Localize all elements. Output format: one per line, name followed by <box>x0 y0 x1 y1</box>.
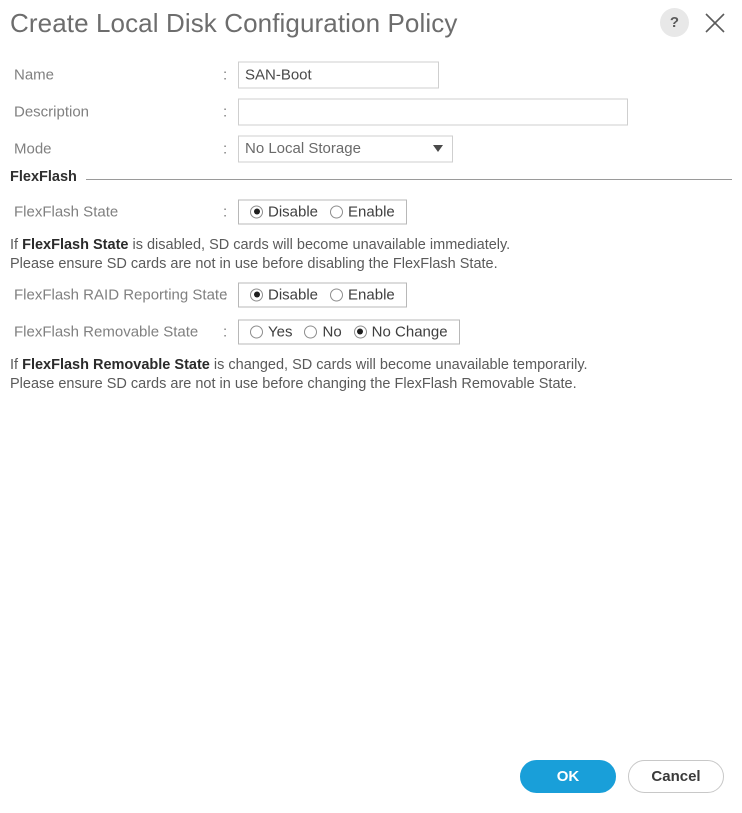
radio-icon <box>250 288 263 301</box>
row-mode: Mode : No Local Storage <box>0 130 742 167</box>
page-title: Create Local Disk Configuration Policy <box>10 8 458 38</box>
flexflash-raid-reporting-state-colon: : <box>223 286 228 303</box>
chevron-down-icon <box>433 145 443 152</box>
flexflash-removable-state-note-line1: If FlexFlash Removable State is changed,… <box>10 356 742 375</box>
flexflash-removable-state-note-line2: Please ensure SD cards are not in use be… <box>10 376 577 392</box>
flexflash-state-field-wrap: Disable Enable <box>238 199 407 224</box>
radio-icon <box>250 205 263 218</box>
row-flexflash-state: FlexFlash State : Disable Enable <box>0 193 742 230</box>
note-text: If <box>10 357 23 373</box>
cancel-button[interactable]: Cancel <box>628 760 724 793</box>
header-actions: ? <box>660 8 728 37</box>
flexflash-state-label: FlexFlash State <box>14 203 119 220</box>
radio-option-label: Yes <box>268 323 293 340</box>
note-bold-text: FlexFlash Removable State <box>22 357 210 373</box>
radio-option-label: Enable <box>348 286 395 303</box>
radio-option-label: No Change <box>371 323 448 340</box>
name-field-wrap <box>238 61 439 88</box>
description-label: Description <box>14 103 90 120</box>
radio-icon <box>330 288 344 301</box>
dialog-body: Name : Description : Mode : No Local Sto… <box>0 56 742 396</box>
flexflash-state-radio-group: Disable Enable <box>238 199 407 224</box>
radio-option-label: Disable <box>268 286 319 303</box>
note-bold-text: FlexFlash State <box>22 237 129 253</box>
flexflash-section-header: FlexFlash <box>0 167 742 193</box>
ok-button[interactable]: OK <box>520 760 616 793</box>
help-icon[interactable]: ? <box>660 8 689 37</box>
note-text: is disabled, SD cards will become unavai… <box>128 237 511 253</box>
flexflash-raid-reporting-state-radio-group: Disable Enable <box>238 282 407 307</box>
flexflash-removable-state-label: FlexFlash Removable State <box>14 323 199 340</box>
radio-option-label: Disable <box>268 203 319 220</box>
flexflash-raid-reporting-state-option-enable[interactable]: Enable <box>326 286 399 303</box>
flexflash-state-option-enable[interactable]: Enable <box>326 203 399 220</box>
flexflash-removable-state-option-yes[interactable]: Yes <box>246 323 296 340</box>
flexflash-removable-state-option-no-change[interactable]: No Change <box>350 323 452 340</box>
row-name: Name : <box>0 56 742 93</box>
flexflash-state-note-line2: Please ensure SD cards are not in use be… <box>10 256 498 272</box>
row-flexflash-raid-reporting-state: FlexFlash RAID Reporting State : Disable… <box>0 276 742 313</box>
description-field-wrap <box>238 98 628 125</box>
flexflash-removable-state-radio-group: Yes No No Change <box>238 319 460 344</box>
radio-icon <box>330 205 344 218</box>
mode-field-wrap: No Local Storage <box>238 135 453 162</box>
flexflash-removable-state-colon: : <box>223 323 228 340</box>
radio-icon <box>250 325 263 338</box>
flexflash-section-title: FlexFlash <box>10 169 86 185</box>
flexflash-state-note: If FlexFlash State is disabled, SD cards… <box>0 230 742 276</box>
radio-icon <box>304 325 318 338</box>
row-description: Description : <box>0 93 742 130</box>
flexflash-removable-state-field-wrap: Yes No No Change <box>238 319 460 344</box>
dialog-footer: OK Cancel <box>0 760 742 793</box>
create-local-disk-configuration-policy-dialog: Create Local Disk Configuration Policy ?… <box>0 0 742 813</box>
description-colon: : <box>223 103 228 120</box>
flexflash-removable-state-option-no[interactable]: No <box>300 323 345 340</box>
flexflash-raid-reporting-state-option-disable[interactable]: Disable <box>246 286 322 303</box>
flexflash-state-option-disable[interactable]: Disable <box>246 203 322 220</box>
row-flexflash-removable-state: FlexFlash Removable State : Yes No No Ch… <box>0 313 742 350</box>
mode-label: Mode <box>14 140 52 157</box>
note-text: If <box>10 237 23 253</box>
mode-colon: : <box>223 140 228 157</box>
flexflash-raid-reporting-state-label: FlexFlash RAID Reporting State <box>14 286 228 303</box>
radio-option-label: No <box>322 323 342 340</box>
flexflash-removable-state-note: If FlexFlash Removable State is changed,… <box>0 350 742 396</box>
dialog-header: Create Local Disk Configuration Policy ? <box>0 0 742 56</box>
flexflash-raid-reporting-state-field-wrap: Disable Enable <box>238 282 407 307</box>
mode-select[interactable]: No Local Storage <box>238 135 453 162</box>
note-text: is changed, SD cards will become unavail… <box>209 357 588 373</box>
description-input[interactable] <box>238 98 628 125</box>
close-icon[interactable] <box>702 10 728 36</box>
section-divider <box>10 179 732 180</box>
flexflash-state-note-line1: If FlexFlash State is disabled, SD cards… <box>10 236 742 255</box>
name-input[interactable] <box>238 61 439 88</box>
name-colon: : <box>223 66 228 83</box>
name-label: Name <box>14 66 55 83</box>
flexflash-state-colon: : <box>223 203 228 220</box>
radio-icon <box>353 325 367 338</box>
radio-option-label: Enable <box>348 203 395 220</box>
mode-select-value: No Local Storage <box>245 140 361 157</box>
